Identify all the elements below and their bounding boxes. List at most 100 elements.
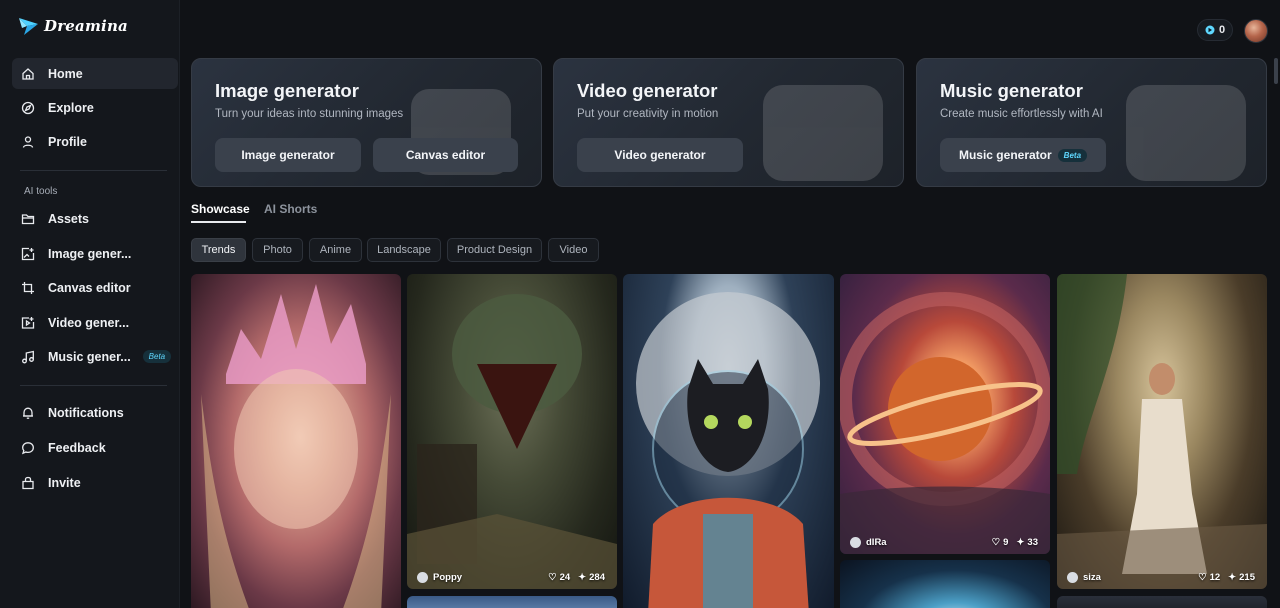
home-icon xyxy=(20,66,36,82)
video-generator-button[interactable]: Video generator xyxy=(577,138,743,172)
sidebar-item-assets[interactable]: Assets xyxy=(12,203,178,234)
chip-landscape[interactable]: Landscape xyxy=(367,238,441,262)
scrollbar[interactable] xyxy=(1274,58,1278,84)
remix-count: 33 xyxy=(1027,537,1038,548)
video-plus-icon xyxy=(20,315,36,331)
beta-badge: Beta xyxy=(142,350,172,363)
user-avatar[interactable] xyxy=(1244,19,1268,43)
sidebar-item-label: Feedback xyxy=(48,440,106,455)
item-meta: Poppy ♡ 24 ✦ 284 xyxy=(417,572,605,583)
likes-stat[interactable]: ♡ 12 xyxy=(1198,572,1220,583)
item-meta: siza ♡ 12 ✦ 215 xyxy=(1067,572,1255,583)
item-author[interactable]: Poppy xyxy=(417,572,540,583)
remix-stat[interactable]: ✦ 284 xyxy=(578,572,605,583)
button-label: Music generator xyxy=(958,148,1052,162)
logo-text: Dreamina xyxy=(44,17,128,35)
card-title: Video generator xyxy=(577,80,718,101)
sidebar-item-canvas-editor[interactable]: Canvas editor xyxy=(12,272,178,303)
item-author[interactable]: dIRa xyxy=(850,537,984,548)
sidebar-item-label: Assets xyxy=(48,211,89,226)
sidebar-item-feedback[interactable]: Feedback xyxy=(12,432,178,463)
sidebar-item-video-generator[interactable]: Video gener... xyxy=(12,307,178,338)
beta-badge: Beta xyxy=(1057,148,1088,162)
section-label-ai-tools: AI tools xyxy=(24,186,58,197)
monster-artwork xyxy=(407,294,617,589)
image-generator-button[interactable]: Image generator xyxy=(215,138,361,172)
sparkle-icon: ✦ xyxy=(1228,572,1237,583)
gallery-item-astronaut-cat[interactable] xyxy=(623,274,834,608)
remix-stat[interactable]: ✦ 215 xyxy=(1228,572,1255,583)
author-avatar xyxy=(417,572,428,583)
gallery-item-planet[interactable]: dIRa ♡ 9 ✦ 33 xyxy=(840,274,1050,554)
sidebar-item-label: Image gener... xyxy=(48,246,132,261)
heart-icon: ♡ xyxy=(548,572,557,583)
sidebar-divider xyxy=(20,170,167,171)
sidebar-item-label: Profile xyxy=(48,134,87,149)
chip-trends[interactable]: Trends xyxy=(191,238,246,262)
image-plus-icon xyxy=(20,246,36,262)
author-avatar xyxy=(1067,572,1078,583)
music-generator-card: Music generator Create music effortlessl… xyxy=(916,58,1267,187)
video-card-decoration-icon xyxy=(763,85,883,181)
item-meta: dIRa ♡ 9 ✦ 33 xyxy=(850,537,1038,548)
card-subtitle: Put your creativity in motion xyxy=(577,108,719,120)
sidebar-item-music-generator[interactable]: Music gener... Beta xyxy=(12,341,178,372)
sidebar-item-home[interactable]: Home xyxy=(12,58,178,89)
remix-count: 284 xyxy=(589,572,605,583)
remix-stat[interactable]: ✦ 33 xyxy=(1016,537,1038,548)
card-title: Image generator xyxy=(215,80,359,101)
chip-anime[interactable]: Anime xyxy=(309,238,362,262)
sidebar-item-label: Video gener... xyxy=(48,315,130,330)
author-name: Poppy xyxy=(433,572,463,583)
item-author[interactable]: siza xyxy=(1067,572,1190,583)
tab-showcase[interactable]: Showcase xyxy=(191,202,250,216)
princess-artwork xyxy=(201,284,391,608)
likes-count: 9 xyxy=(1003,537,1009,548)
sidebar-item-label: Invite xyxy=(48,475,81,490)
logo-icon xyxy=(19,18,38,35)
chip-photo[interactable]: Photo xyxy=(252,238,303,262)
tab-ai-shorts[interactable]: AI Shorts xyxy=(264,202,317,216)
gallery-item-princess[interactable] xyxy=(191,274,401,608)
sparkle-icon: ✦ xyxy=(578,572,587,583)
fashion-artwork xyxy=(1057,274,1267,589)
gallery-item-blue-portrait[interactable] xyxy=(840,560,1050,608)
compass-icon xyxy=(20,100,36,116)
author-name: dIRa xyxy=(866,537,887,548)
author-name: siza xyxy=(1083,572,1101,583)
sidebar: Dreamina Home Explore Profile AI tools A… xyxy=(0,0,180,608)
chip-video[interactable]: Video xyxy=(548,238,599,262)
sidebar-item-image-generator[interactable]: Image gener... xyxy=(12,238,178,269)
dreamina-logo[interactable]: Dreamina xyxy=(18,16,128,36)
sidebar-item-explore[interactable]: Explore xyxy=(12,92,178,123)
gallery-item-monster[interactable]: Poppy ♡ 24 ✦ 284 xyxy=(407,274,617,589)
sidebar-item-label: Notifications xyxy=(48,405,124,420)
astronaut-cat-artwork xyxy=(636,292,820,608)
sidebar-item-invite[interactable]: Invite xyxy=(12,467,178,498)
active-tab-indicator xyxy=(191,221,246,223)
gallery-item-next[interactable] xyxy=(407,596,617,608)
sparkle-icon: ✦ xyxy=(1016,537,1025,548)
bell-icon xyxy=(20,405,36,421)
credits-badge[interactable]: 0 xyxy=(1197,19,1233,41)
sidebar-item-label: Canvas editor xyxy=(48,280,131,295)
likes-stat[interactable]: ♡ 24 xyxy=(548,572,570,583)
canvas-editor-button[interactable]: Canvas editor xyxy=(373,138,518,172)
sidebar-item-profile[interactable]: Profile xyxy=(12,126,178,157)
sidebar-item-notifications[interactable]: Notifications xyxy=(12,397,178,428)
sidebar-item-label: Explore xyxy=(48,100,94,115)
gallery-item-fashion[interactable]: siza ♡ 12 ✦ 215 xyxy=(1057,274,1267,589)
planet-artwork xyxy=(840,292,1050,554)
gift-icon xyxy=(20,475,36,491)
chip-product-design[interactable]: Product Design xyxy=(447,238,542,262)
likes-count: 12 xyxy=(1209,572,1221,583)
gallery-item-next-2[interactable] xyxy=(1057,596,1267,608)
music-generator-button[interactable]: Music generator Beta xyxy=(940,138,1106,172)
card-subtitle: Create music effortlessly with AI xyxy=(940,108,1103,120)
sidebar-item-label: Home xyxy=(48,66,83,81)
sidebar-item-label: Music gener... xyxy=(48,349,131,364)
likes-stat[interactable]: ♡ 9 xyxy=(992,537,1009,548)
user-icon xyxy=(20,134,36,150)
chat-icon xyxy=(20,440,36,456)
sidebar-divider xyxy=(20,385,167,386)
